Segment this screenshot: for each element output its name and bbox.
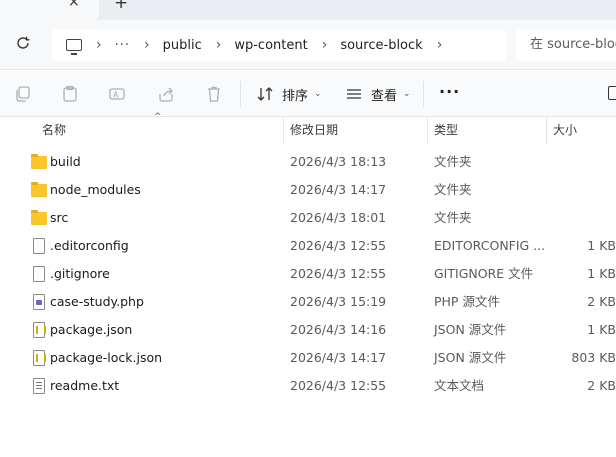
file-size: 2 KB: [587, 378, 616, 393]
column-divider[interactable]: [283, 117, 284, 144]
file-name: src: [50, 210, 69, 225]
chevron-right-icon[interactable]: ›: [96, 37, 102, 53]
navigation-bar: › ··· › public › wp-content › source-blo…: [0, 20, 616, 70]
file-name: readme.txt: [50, 378, 120, 393]
column-name[interactable]: 名称: [42, 117, 66, 144]
file-type: JSON 源文件: [434, 322, 507, 337]
table-row[interactable]: package-lock.json 2026/4/3 14:17 JSON 源文…: [0, 344, 616, 372]
refresh-icon[interactable]: [14, 35, 32, 53]
file-icon: [33, 266, 45, 282]
file-date: 2026/4/3 14:16: [290, 322, 387, 337]
breadcrumb-source-block[interactable]: source-block: [340, 38, 422, 53]
chevron-down-icon: ⌄: [403, 89, 411, 99]
table-row[interactable]: package.json 2026/4/3 14:16 JSON 源文件 1 K…: [0, 316, 616, 344]
json-file-icon: [33, 322, 46, 338]
breadcrumb-wp-content[interactable]: wp-content: [234, 38, 307, 53]
delete-icon[interactable]: [205, 85, 223, 103]
sort-ascending-icon: ^: [154, 112, 162, 122]
file-name: package-lock.json: [50, 350, 163, 365]
file-type: PHP 源文件: [434, 294, 500, 309]
file-size: 2 KB: [587, 294, 616, 309]
file-name: node_modules: [50, 182, 141, 197]
file-type: GITIGNORE 文件: [434, 266, 534, 281]
folder-icon: [31, 182, 47, 197]
column-divider[interactable]: [427, 117, 428, 144]
chevron-right-icon[interactable]: ›: [322, 37, 328, 53]
address-bar[interactable]: › ··· › public › wp-content › source-blo…: [52, 29, 506, 61]
file-date: 2026/4/3 15:19: [290, 294, 387, 309]
breadcrumb-public[interactable]: public: [163, 38, 202, 53]
table-row[interactable]: node_modules 2026/4/3 14:17 文件夹: [0, 176, 616, 204]
details-icon[interactable]: [608, 86, 616, 100]
active-tab[interactable]: ×: [0, 0, 99, 20]
toolbar-divider: [423, 81, 424, 107]
table-row[interactable]: .gitignore 2026/4/3 12:55 GITIGNORE 文件 1…: [0, 260, 616, 288]
file-name: package.json: [50, 322, 133, 337]
file-name: case-study.php: [50, 294, 144, 309]
table-row[interactable]: .editorconfig 2026/4/3 12:55 EDITORCONFI…: [0, 232, 616, 260]
file-date: 2026/4/3 14:17: [290, 350, 387, 365]
table-row[interactable]: case-study.php 2026/4/3 15:19 PHP 源文件 2 …: [0, 288, 616, 316]
chevron-right-icon[interactable]: ›: [437, 37, 443, 53]
file-name: .gitignore: [50, 266, 110, 281]
this-pc-icon[interactable]: [66, 39, 82, 55]
file-name: .editorconfig: [50, 238, 129, 253]
more-options-icon[interactable]: ···: [439, 82, 460, 101]
sort-icon: [257, 87, 273, 101]
file-size: 1 KB: [587, 322, 616, 337]
file-type: 文件夹: [434, 182, 472, 197]
file-type: JSON 源文件: [434, 350, 507, 365]
chevron-down-icon: ⌄: [314, 89, 322, 99]
rename-icon[interactable]: A: [108, 85, 126, 103]
table-row[interactable]: readme.txt 2026/4/3 12:55 文本文档 2 KB: [0, 372, 616, 400]
file-date: 2026/4/3 12:55: [290, 378, 387, 393]
file-date: 2026/4/3 12:55: [290, 238, 387, 253]
search-input[interactable]: 在 source-block 中搜索: [516, 29, 616, 61]
tab-close-icon[interactable]: ×: [68, 0, 80, 10]
php-file-icon: [33, 294, 45, 310]
text-file-icon: [33, 378, 45, 394]
chevron-right-icon[interactable]: ›: [216, 37, 222, 53]
file-type: 文件夹: [434, 210, 472, 225]
column-header: ^ 名称 修改日期 类型 大小: [0, 112, 616, 144]
json-file-icon: [33, 350, 46, 366]
breadcrumb-overflow[interactable]: ···: [115, 38, 130, 53]
view-button[interactable]: 查看 ⌄: [345, 83, 411, 105]
new-tab-icon[interactable]: +: [114, 0, 128, 13]
file-list: build 2026/4/3 18:13 文件夹 node_modules 20…: [0, 148, 616, 400]
file-name: build: [50, 154, 81, 169]
column-size[interactable]: 大小: [553, 117, 577, 144]
table-row[interactable]: build 2026/4/3 18:13 文件夹: [0, 148, 616, 176]
file-size: 803 KB: [571, 350, 616, 365]
file-type: 文本文档: [434, 378, 485, 393]
svg-text:A: A: [113, 91, 119, 100]
view-icon: [347, 89, 361, 99]
file-icon: [33, 238, 45, 254]
file-type: EDITORCONFIG ...: [434, 238, 546, 253]
paste-icon[interactable]: [61, 85, 79, 103]
command-bar: A 排序 ⌄ 查看 ⌄ ···: [0, 71, 616, 117]
file-type: 文件夹: [434, 154, 472, 169]
column-type[interactable]: 类型: [434, 117, 458, 144]
table-row[interactable]: src 2026/4/3 18:01 文件夹: [0, 204, 616, 232]
file-date: 2026/4/3 18:01: [290, 210, 387, 225]
folder-icon: [31, 154, 47, 169]
share-icon[interactable]: [157, 85, 175, 103]
toolbar-divider: [240, 81, 241, 107]
tab-strip: × +: [0, 0, 616, 20]
column-divider[interactable]: [546, 117, 547, 144]
copy-icon[interactable]: [14, 85, 32, 103]
sort-label: 排序: [282, 88, 309, 104]
file-date: 2026/4/3 18:13: [290, 154, 387, 169]
file-date: 2026/4/3 12:55: [290, 266, 387, 281]
file-size: 1 KB: [587, 266, 616, 281]
file-date: 2026/4/3 14:17: [290, 182, 387, 197]
file-size: 1 KB: [587, 238, 616, 253]
chevron-right-icon[interactable]: ›: [144, 37, 150, 53]
folder-icon: [31, 210, 47, 225]
view-label: 查看: [371, 88, 398, 104]
sort-button[interactable]: 排序 ⌄: [256, 83, 322, 105]
column-date[interactable]: 修改日期: [290, 117, 338, 144]
